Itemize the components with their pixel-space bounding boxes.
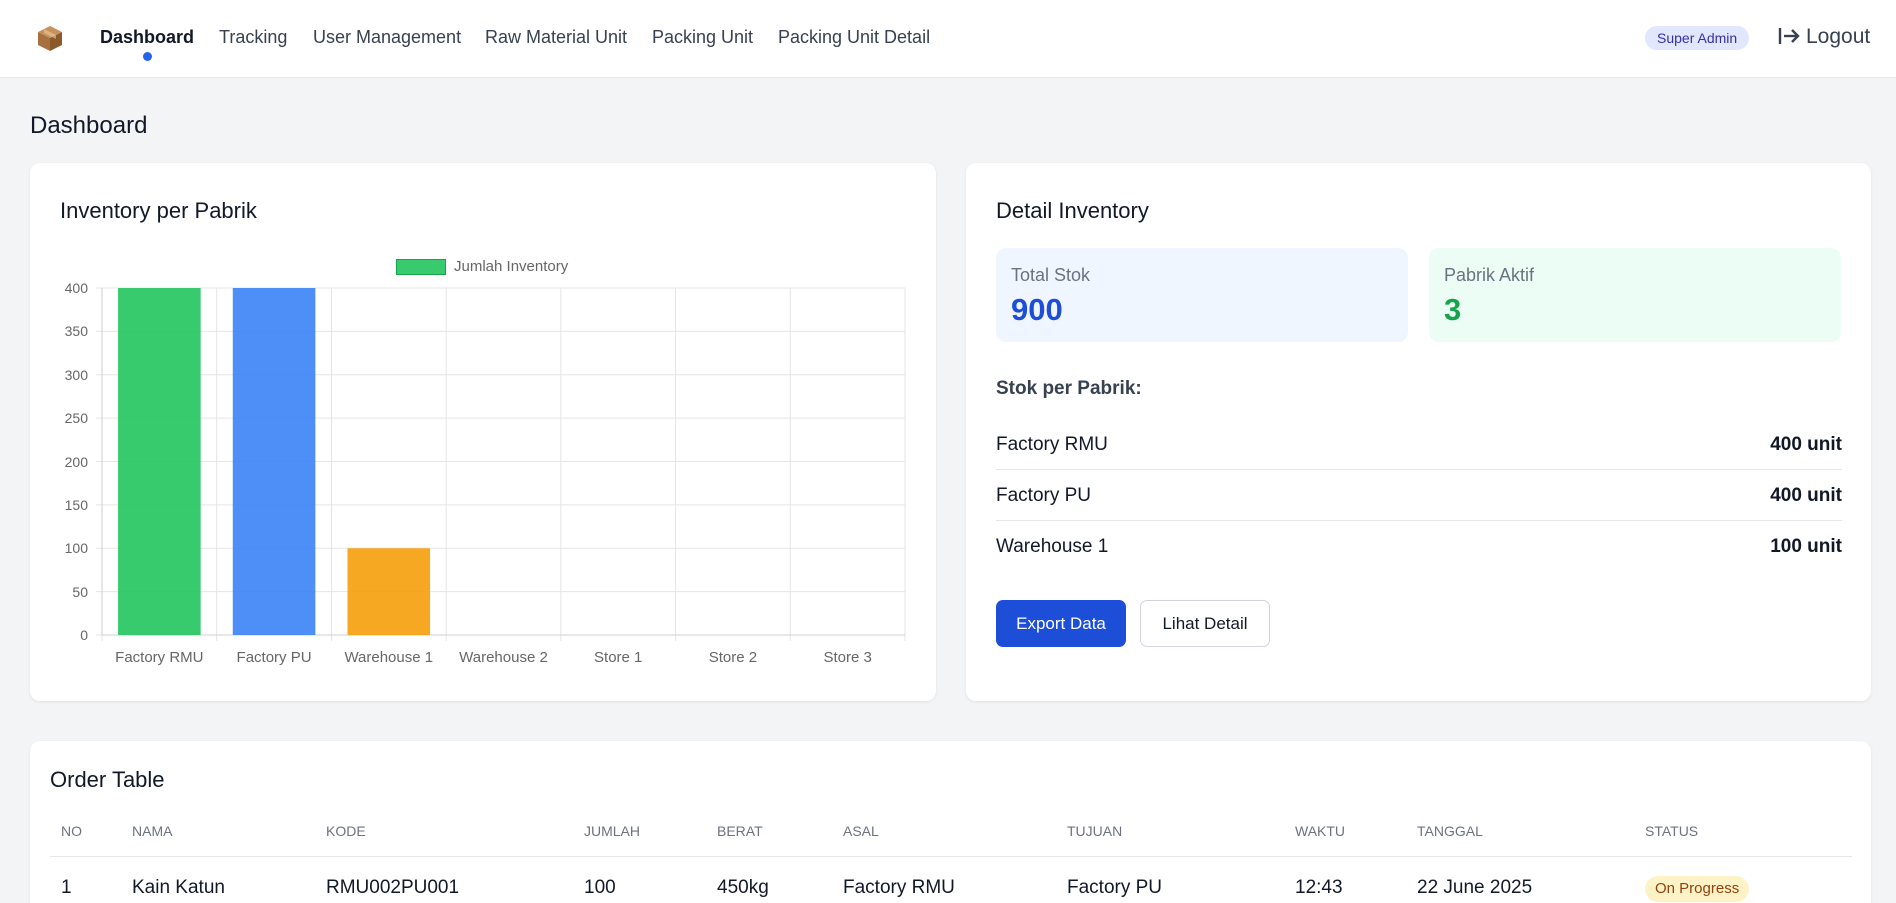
factory-row: Factory RMU 400 unit	[996, 420, 1842, 470]
pabrik-aktif-value: 3	[1444, 292, 1462, 327]
th-berat: BERAT	[717, 823, 763, 839]
y-tick-label: 50	[72, 583, 88, 600]
th-nama: NAMA	[132, 823, 173, 839]
y-tick-label: 100	[64, 540, 88, 557]
cell-tujuan: Factory PU	[1067, 877, 1163, 898]
y-tick-label: 350	[64, 323, 88, 340]
logout-label: Logout	[1806, 25, 1871, 48]
factory-name: Factory PU	[996, 485, 1092, 506]
total-stok-value: 900	[1011, 292, 1063, 327]
x-tick-label: Warehouse 1	[344, 649, 434, 666]
box-icon[interactable]	[36, 24, 64, 52]
nav-packing-unit[interactable]: Packing Unit	[652, 27, 753, 48]
nav-tracking[interactable]: Tracking	[219, 27, 287, 48]
inventory-card-title: Inventory per Pabrik	[60, 198, 257, 223]
lihat-detail-button[interactable]: Lihat Detail	[1140, 600, 1270, 647]
x-tick-label: Factory PU	[236, 649, 312, 666]
factory-stock: 100 unit	[1770, 536, 1842, 557]
nav-raw-material-unit[interactable]: Raw Material Unit	[485, 27, 627, 48]
th-jumlah: JUMLAH	[584, 823, 641, 839]
inventory-chart-card	[30, 163, 936, 701]
y-tick-label: 0	[80, 627, 88, 643]
nav-dashboard-label: Dashboard	[100, 27, 195, 47]
y-tick-label: 150	[64, 496, 88, 513]
cell-kode: RMU002PU001	[326, 877, 460, 898]
y-tick-label: 300	[64, 366, 88, 383]
nav-user-management-label: User Management	[313, 27, 462, 47]
table-header-divider	[50, 856, 1852, 857]
y-tick-label: 200	[64, 453, 88, 470]
cell-tanggal: 22 June 2025	[1417, 877, 1533, 898]
th-status: STATUS	[1645, 823, 1699, 839]
factory-stock: 400 unit	[1770, 485, 1842, 506]
nav-user-management[interactable]: User Management	[313, 27, 461, 48]
total-stok-label: Total Stok	[1011, 265, 1091, 285]
th-asal: ASAL	[843, 823, 879, 839]
total-stok-stat: Total Stok 900	[996, 248, 1408, 342]
cell-berat: 450kg	[717, 877, 769, 898]
active-indicator	[143, 52, 153, 61]
nav-packing-unit-label: Packing Unit	[652, 27, 754, 47]
stok-per-pabrik-title: Stok per Pabrik:	[996, 378, 1142, 399]
x-tick-label: Store 1	[594, 649, 643, 666]
pabrik-aktif-stat: Pabrik Aktif 3	[1429, 248, 1841, 342]
nav-packing-unit-detail-label: Packing Unit Detail	[778, 27, 931, 47]
factory-name: Factory RMU	[996, 434, 1108, 455]
legend-swatch[interactable]	[396, 259, 446, 275]
factory-stock: 400 unit	[1770, 434, 1842, 455]
th-waktu: WAKTU	[1295, 823, 1346, 839]
nav-packing-unit-detail[interactable]: Packing Unit Detail	[778, 27, 930, 48]
cell-no: 1	[61, 877, 72, 898]
x-tick-label: Warehouse 2	[459, 649, 548, 666]
logout-arrow-icon	[1778, 28, 1800, 44]
x-tick-label: Factory RMU	[115, 649, 204, 666]
logout-button[interactable]: Logout	[1778, 25, 1870, 49]
nav-dashboard[interactable]: Dashboard	[100, 27, 195, 61]
cell-jumlah: 100	[584, 877, 616, 898]
pabrik-aktif-label: Pabrik Aktif	[1444, 265, 1535, 285]
detail-card-title: Detail Inventory	[996, 198, 1149, 223]
top-navbar: Dashboard Tracking User Management Raw M…	[0, 0, 1896, 78]
factory-row: Factory PU 400 unit	[996, 471, 1842, 521]
nav-tracking-label: Tracking	[219, 27, 288, 47]
status-badge: On Progress	[1645, 876, 1750, 902]
page-title: Dashboard	[30, 112, 148, 139]
th-tanggal: TANGGAL	[1417, 823, 1483, 839]
th-kode: KODE	[326, 823, 366, 839]
x-tick-label: Store 2	[708, 649, 758, 666]
factory-name: Warehouse 1	[996, 536, 1109, 557]
x-tick-label: Store 3	[823, 649, 872, 666]
th-tujuan: TUJUAN	[1067, 823, 1123, 839]
y-tick-label: 250	[64, 410, 88, 427]
cell-asal: Factory RMU	[843, 877, 955, 898]
export-data-button[interactable]: Export Data	[996, 600, 1126, 647]
cell-nama: Kain Katun	[132, 877, 225, 898]
cell-waktu: 12:43	[1295, 877, 1343, 898]
nav-raw-material-unit-label: Raw Material Unit	[485, 27, 628, 47]
factory-row: Warehouse 1 100 unit	[996, 522, 1842, 572]
order-table-title: Order Table	[50, 767, 165, 792]
y-tick-label: 400	[64, 280, 88, 296]
th-no: NO	[61, 823, 82, 839]
role-badge: Super Admin	[1645, 26, 1750, 50]
legend-label[interactable]: Jumlah Inventory	[454, 258, 568, 275]
